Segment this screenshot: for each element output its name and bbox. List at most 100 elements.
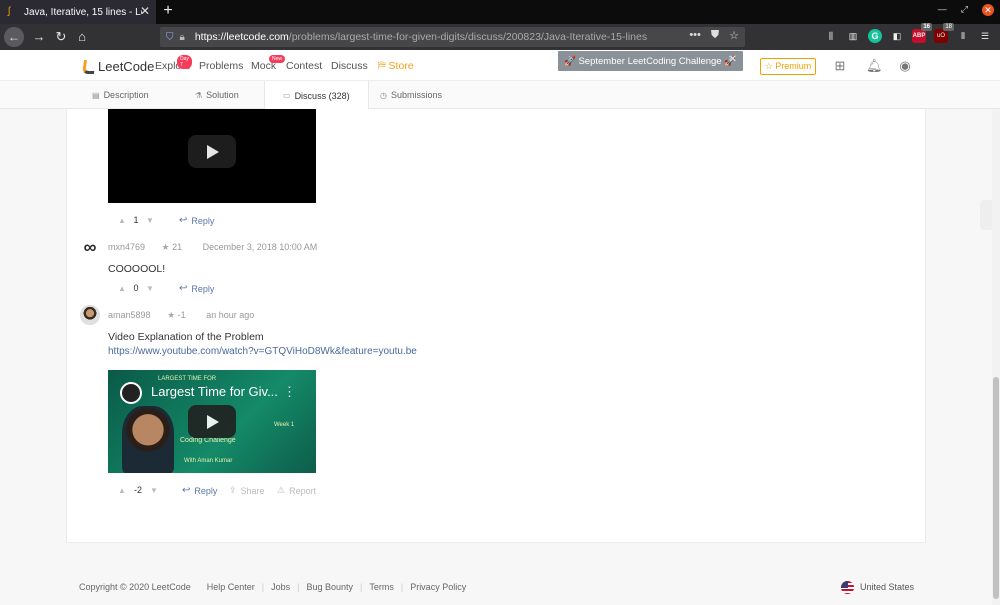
page-actions-icon[interactable]: ••• <box>689 29 701 42</box>
reload-icon[interactable]: ↻ <box>52 28 70 46</box>
back-arrow-icon[interactable]: ← <box>4 27 24 47</box>
tab-submissions[interactable]: ◷ Submissions <box>380 81 442 109</box>
leetcode-logo[interactable]: LeetCode <box>82 59 154 74</box>
minimize-icon[interactable]: — <box>938 4 947 16</box>
star-icon: ★ <box>167 310 176 320</box>
sidebar-icon[interactable]: ▥ <box>846 29 860 43</box>
upvote-icon[interactable]: ▲ <box>116 216 128 225</box>
youtube-embed[interactable]: LARGEST TIME FOR Largest Time for Giv...… <box>108 370 316 473</box>
adblock-plus-icon[interactable]: ABP 16 <box>912 23 932 43</box>
embedded-video[interactable] <box>108 109 316 203</box>
user-avatar-icon[interactable]: ◉ <box>898 59 912 73</box>
new-badge: New <box>269 55 286 63</box>
flask-icon: ⚗ <box>195 90 203 100</box>
premium-button[interactable]: ☆ Premium <box>760 58 816 75</box>
timestamp: December 3, 2018 10:00 AM <box>202 242 318 252</box>
thumbnail-caption: Week 1 <box>274 422 295 428</box>
username[interactable]: aman5898 <box>108 310 151 320</box>
footer-link-help-center[interactable]: Help Center <box>207 582 255 592</box>
comment-text: Video Explanation of the Problem <box>108 331 264 343</box>
downvote-icon[interactable]: ▼ <box>144 284 156 293</box>
hamburger-menu-icon[interactable]: ☰ <box>978 29 992 43</box>
footer-link-jobs[interactable]: Jobs <box>271 582 290 592</box>
warning-icon: ⚠ <box>277 485 286 495</box>
report-button[interactable]: ⚠ Report <box>277 485 316 496</box>
username[interactable]: mxn4769 <box>108 242 145 252</box>
avatar[interactable] <box>80 305 100 325</box>
notification-bell-icon[interactable]: 🔔︎ <box>866 59 883 73</box>
banner-close-icon[interactable]: ✕ <box>729 54 737 65</box>
video-menu-icon[interactable]: ⋮ <box>283 384 296 400</box>
comment-text: COOOOOL! <box>108 263 166 275</box>
share-icon: ⇪ <box>229 485 237 495</box>
tab-solution[interactable]: ⚗ Solution <box>195 81 239 109</box>
reply-icon: ↩ <box>179 215 188 226</box>
comment-meta: aman5898 ★ -1 an hour ago <box>108 310 254 321</box>
page-scrollbar[interactable] <box>992 109 1000 605</box>
vote-bar: ▲ 0 ▼ <box>116 283 156 293</box>
reply-button[interactable]: ↩ Reply <box>179 283 214 294</box>
home-icon[interactable]: ⌂ <box>73 28 91 46</box>
nav-mock[interactable]: Mock New <box>251 55 286 72</box>
us-flag-icon <box>840 580 854 594</box>
nav-store[interactable]: ⛿ Store <box>378 60 414 73</box>
share-button[interactable]: ⇪ Share <box>229 485 265 496</box>
equalizer-icon[interactable]: ⫴ <box>956 29 970 43</box>
challenge-banner[interactable]: 🚀 September LeetCoding Challenge 🚀 ✕ <box>558 51 743 71</box>
restore-icon[interactable]: ⤢ <box>961 4 968 16</box>
reputation: 21 <box>172 242 183 252</box>
leetcode-logo-icon <box>82 59 96 74</box>
video-link[interactable]: https://www.youtube.com/watch?v=GTQViHoD… <box>108 346 417 357</box>
browser-tab[interactable]: ʃ Java, Iterative, 15 lines - Le ✕ <box>0 0 156 24</box>
tracking-shield-icon[interactable]: ⛉ <box>166 32 174 43</box>
footer-link-bug-bounty[interactable]: Bug Bounty <box>306 582 353 592</box>
vote-count: 1 <box>133 215 139 225</box>
avatar[interactable]: ∞ <box>80 237 100 257</box>
scrollbar-thumb[interactable] <box>993 377 999 599</box>
forward-arrow-icon[interactable]: → <box>30 28 48 46</box>
video-title[interactable]: Largest Time for Giv... <box>151 384 278 399</box>
new-tab-button[interactable]: + <box>160 2 176 20</box>
play-icon[interactable] <box>188 405 236 438</box>
address-bar[interactable]: ⛉ 🔒︎ https://leetcode.com/problems/large… <box>160 27 745 47</box>
library-icon[interactable]: ⫼ <box>824 29 838 43</box>
reply-button[interactable]: ↩ Reply <box>182 485 217 496</box>
upvote-icon[interactable]: ▲ <box>116 486 128 495</box>
window-controls: — ⤢ ✕ <box>938 4 994 16</box>
reply-button[interactable]: ↩ Reply <box>179 215 214 226</box>
nav-discuss[interactable]: Discuss <box>331 60 368 72</box>
footer-link-terms[interactable]: Terms <box>369 582 394 592</box>
thumbnail-caption: Coding Challenge <box>180 437 236 444</box>
extension-square-icon[interactable]: ◧ <box>890 29 904 43</box>
upvote-icon[interactable]: ▲ <box>116 284 128 293</box>
lock-icon[interactable]: 🔒︎ <box>180 32 185 43</box>
bookmark-star-icon[interactable]: ☆ <box>729 29 739 42</box>
grammarly-icon[interactable]: G <box>868 29 882 43</box>
country-selector[interactable]: United States <box>840 580 914 594</box>
site-header: LeetCode Explore Day 7 Problems Mock New… <box>0 50 1000 81</box>
vote-count: 0 <box>133 283 139 293</box>
nav-problems[interactable]: Problems <box>199 60 243 72</box>
discuss-icon: ▭ <box>283 91 291 100</box>
window-close-icon[interactable]: ✕ <box>982 4 994 16</box>
ublock-icon[interactable]: uO 18 <box>934 23 954 43</box>
downvote-icon[interactable]: ▼ <box>148 486 160 495</box>
channel-avatar[interactable] <box>120 382 142 404</box>
footer-link-privacy-policy[interactable]: Privacy Policy <box>410 582 466 592</box>
downvote-icon[interactable]: ▼ <box>144 216 156 225</box>
reputation: -1 <box>177 310 186 320</box>
browser-tab-bar: ʃ Java, Iterative, 15 lines - Le ✕ + — ⤢… <box>0 0 1000 24</box>
play-icon[interactable] <box>188 135 236 168</box>
tab-description[interactable]: ▤ Description <box>92 81 149 109</box>
close-tab-icon[interactable]: ✕ <box>140 4 150 18</box>
thumbnail-caption: LARGEST TIME FOR <box>158 376 217 382</box>
thumbnail-caption: With Aman Kumar <box>184 458 233 464</box>
nav-explore[interactable]: Explore Day 7 <box>155 55 192 72</box>
playground-icon[interactable]: ⊞ <box>833 59 847 73</box>
problem-tabs: ▤ Description ⚗ Solution ▭ Discuss (328) ◷ S… <box>0 81 1000 110</box>
tab-discuss[interactable]: ▭ Discuss (328) <box>264 81 369 110</box>
url-text[interactable]: https://leetcode.com/problems/largest-ti… <box>195 31 647 43</box>
description-icon: ▤ <box>92 90 100 100</box>
nav-contest[interactable]: Contest <box>286 60 322 72</box>
pocket-icon[interactable]: ⛊ <box>711 29 719 42</box>
